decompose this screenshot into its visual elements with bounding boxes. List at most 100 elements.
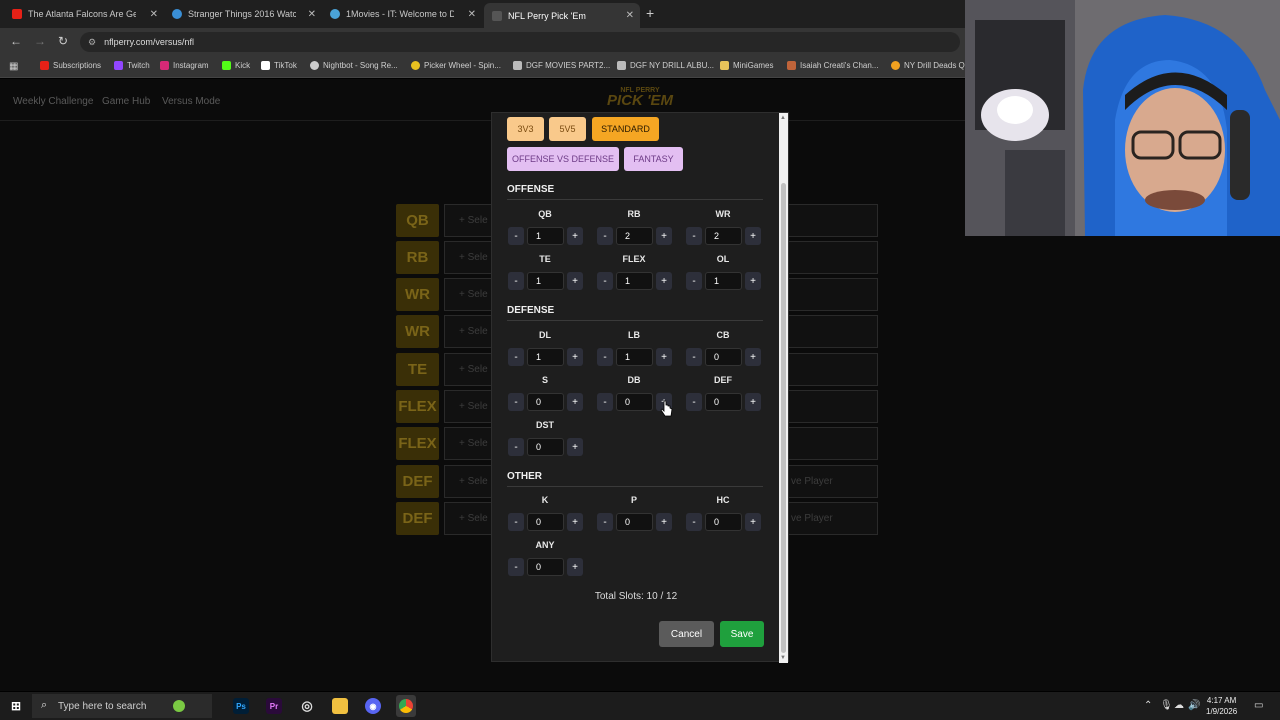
windows-start-icon[interactable]: ⊞ xyxy=(8,698,24,714)
close-tab-icon[interactable]: ✕ xyxy=(308,9,316,20)
decrement-button[interactable]: - xyxy=(686,393,702,411)
increment-button[interactable]: + xyxy=(567,227,583,245)
premiere-icon[interactable]: Pr xyxy=(266,698,282,714)
increment-button[interactable]: + xyxy=(656,227,672,245)
reload-icon[interactable]: ↻ xyxy=(58,34,68,48)
increment-button[interactable]: + xyxy=(745,513,761,531)
decrement-button[interactable]: - xyxy=(597,227,613,245)
decrement-button[interactable]: - xyxy=(508,272,524,290)
modal-scrollbar[interactable]: ▲ ▼ xyxy=(779,113,788,663)
bookmark-item[interactable]: Twitch xyxy=(114,61,150,70)
decrement-button[interactable]: - xyxy=(508,513,524,531)
increment-button[interactable]: + xyxy=(567,438,583,456)
bookmark-item[interactable]: MiniGames xyxy=(720,61,773,70)
increment-button[interactable]: + xyxy=(745,348,761,366)
increment-button[interactable]: + xyxy=(567,348,583,366)
close-tab-icon[interactable]: ✕ xyxy=(468,9,476,20)
photoshop-icon[interactable]: Ps xyxy=(233,698,249,714)
url-field[interactable]: ⚙ nflperry.com/versus/nfl xyxy=(80,32,960,52)
increment-button[interactable]: + xyxy=(745,272,761,290)
opponent-slot[interactable]: ve Player xyxy=(786,502,878,535)
back-icon[interactable]: ← xyxy=(10,34,22,48)
tray-chevron-icon[interactable]: ⌃ xyxy=(1144,700,1152,711)
decrement-button[interactable]: - xyxy=(597,393,613,411)
stepper-value-input[interactable]: 0 xyxy=(616,393,653,411)
bookmark-item[interactable]: Picker Wheel - Spin... xyxy=(411,61,501,70)
increment-button[interactable]: + xyxy=(656,513,672,531)
notifications-icon[interactable]: ▭ xyxy=(1254,700,1263,711)
decrement-button[interactable]: - xyxy=(686,348,702,366)
browser-tab-active[interactable]: NFL Perry Pick 'Em ✕ xyxy=(484,3,640,28)
stepper-value-input[interactable]: 0 xyxy=(705,513,742,531)
increment-button[interactable]: + xyxy=(745,227,761,245)
decrement-button[interactable]: - xyxy=(508,393,524,411)
cloud-icon[interactable]: ☁ xyxy=(1174,700,1184,711)
nav-game-hub[interactable]: Game Hub xyxy=(102,96,150,107)
browser-tab[interactable]: The Atlanta Falcons Are Getting... ✕ xyxy=(4,3,164,25)
decrement-button[interactable]: - xyxy=(597,513,613,531)
increment-button[interactable]: + xyxy=(567,393,583,411)
close-tab-icon[interactable]: ✕ xyxy=(150,9,158,20)
browser-tab[interactable]: Stranger Things 2016 Watch O... ✕ xyxy=(164,3,322,25)
stepper-value-input[interactable]: 0 xyxy=(527,513,564,531)
opponent-slot[interactable] xyxy=(786,278,878,311)
site-logo[interactable]: NFL PERRY PICK 'EM xyxy=(598,87,682,108)
close-tab-icon[interactable]: ✕ xyxy=(626,10,634,21)
decrement-button[interactable]: - xyxy=(508,227,524,245)
opponent-slot[interactable] xyxy=(786,390,878,423)
increment-button[interactable]: + xyxy=(656,272,672,290)
stepper-value-input[interactable]: 0 xyxy=(527,558,564,576)
bookmark-item[interactable]: Instagram xyxy=(160,61,209,70)
new-tab-icon[interactable]: + xyxy=(646,5,654,21)
bookmark-item[interactable]: TikTok xyxy=(261,61,297,70)
bookmark-item[interactable]: DGF MOVIES PART2... xyxy=(513,61,610,70)
taskbar-clock[interactable]: 4:17 AM 1/9/2026 xyxy=(1206,695,1237,717)
stepper-value-input[interactable]: 0 xyxy=(616,513,653,531)
format-3v3-button[interactable]: 3V3 xyxy=(507,117,544,141)
stepper-value-input[interactable]: 0 xyxy=(705,348,742,366)
bookmark-item[interactable]: DGF NY DRILL ALBU... xyxy=(617,61,714,70)
volume-icon[interactable]: 🔊 xyxy=(1188,700,1200,711)
decrement-button[interactable]: - xyxy=(686,272,702,290)
opponent-slot[interactable] xyxy=(786,315,878,348)
format-offense-vs-defense-button[interactable]: OFFENSE VS DEFENSE xyxy=(507,147,619,171)
decrement-button[interactable]: - xyxy=(597,348,613,366)
decrement-button[interactable]: - xyxy=(508,438,524,456)
scroll-down-arrow-icon[interactable]: ▼ xyxy=(780,655,786,661)
scroll-up-arrow-icon[interactable]: ▲ xyxy=(780,115,786,121)
balloon-widget-icon[interactable] xyxy=(173,700,185,712)
stepper-value-input[interactable]: 0 xyxy=(527,438,564,456)
bookmark-item[interactable]: Nightbot - Song Re... xyxy=(310,61,398,70)
stepper-value-input[interactable]: 0 xyxy=(527,393,564,411)
stepper-value-input[interactable]: 2 xyxy=(705,227,742,245)
decrement-button[interactable]: - xyxy=(686,513,702,531)
opponent-slot[interactable] xyxy=(786,427,878,460)
opponent-slot[interactable] xyxy=(786,241,878,274)
bookmark-item[interactable]: Isaiah Creati's Chan... xyxy=(787,61,878,70)
increment-button[interactable]: + xyxy=(567,513,583,531)
chrome-icon[interactable] xyxy=(396,695,416,717)
stepper-value-input[interactable]: 2 xyxy=(616,227,653,245)
stepper-value-input[interactable]: 1 xyxy=(705,272,742,290)
app-icon[interactable]: ◎ xyxy=(299,698,315,714)
stepper-value-input[interactable]: 1 xyxy=(616,348,653,366)
bookmark-item[interactable]: Subscriptions xyxy=(40,61,101,70)
stepper-value-input[interactable]: 1 xyxy=(527,227,564,245)
cancel-button[interactable]: Cancel xyxy=(659,621,714,647)
stepper-value-input[interactable]: 1 xyxy=(616,272,653,290)
opponent-slot[interactable] xyxy=(786,353,878,386)
decrement-button[interactable]: - xyxy=(686,227,702,245)
forward-icon[interactable]: → xyxy=(34,34,46,48)
decrement-button[interactable]: - xyxy=(597,272,613,290)
site-info-icon[interactable]: ⚙ xyxy=(88,37,96,48)
file-explorer-icon[interactable] xyxy=(332,698,348,714)
format-standard-button[interactable]: STANDARD xyxy=(592,117,659,141)
opponent-slot[interactable] xyxy=(786,204,878,237)
decrement-button[interactable]: - xyxy=(508,348,524,366)
save-button[interactable]: Save xyxy=(720,621,764,647)
taskbar-search[interactable]: ⌕ Type here to search xyxy=(32,694,212,718)
increment-button[interactable]: + xyxy=(745,393,761,411)
microphone-icon[interactable]: 🎙 xyxy=(1160,700,1173,711)
stepper-value-input[interactable]: 1 xyxy=(527,272,564,290)
stepper-value-input[interactable]: 1 xyxy=(527,348,564,366)
